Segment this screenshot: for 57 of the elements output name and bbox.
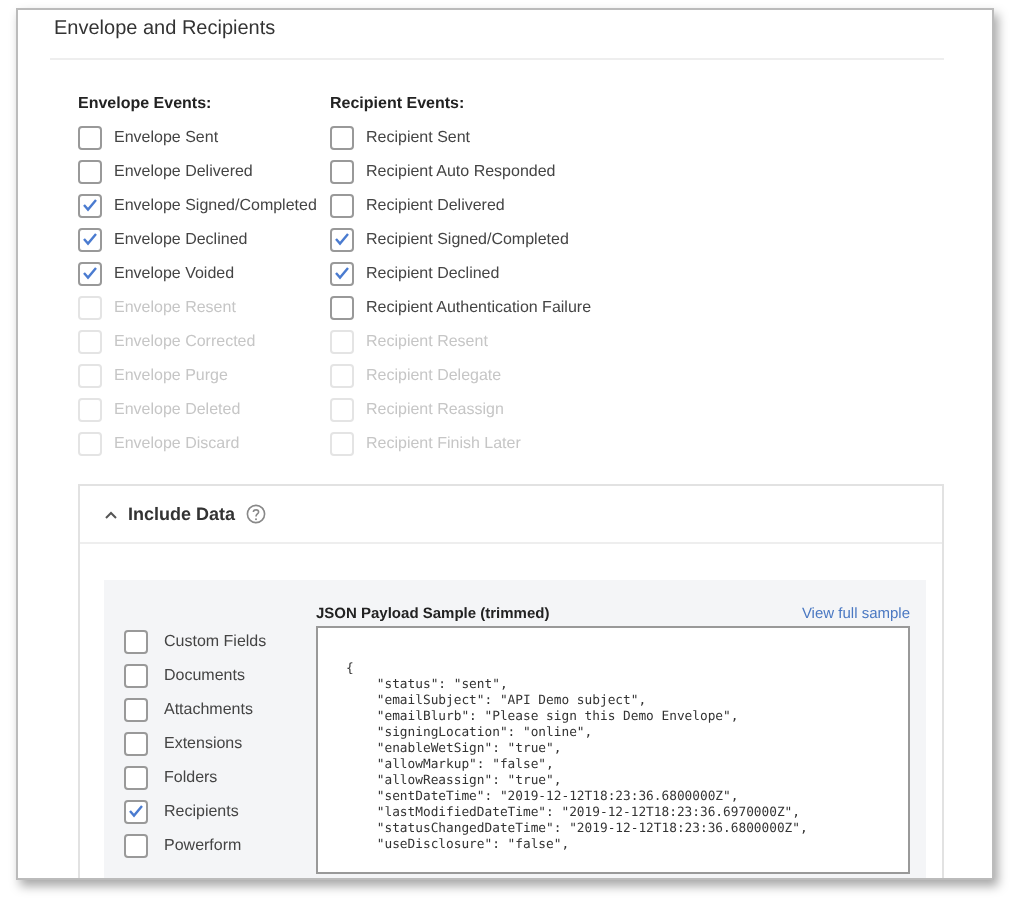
checkbox-label: Envelope Discard: [114, 434, 240, 452]
checkbox-label: Folders: [164, 768, 218, 786]
checkbox-label: Envelope Declined: [114, 230, 248, 248]
checkbox[interactable]: [330, 193, 354, 217]
checkbox[interactable]: [330, 295, 354, 319]
checkbox-label: Envelope Purge: [114, 366, 228, 384]
checkbox-label: Recipient Resent: [366, 332, 488, 350]
checkbox-label: Envelope Resent: [114, 298, 236, 316]
checkbox-label: Recipient Auto Responded: [366, 162, 556, 180]
checkbox-label: Recipient Sent: [366, 128, 471, 146]
check-icon: [334, 266, 350, 280]
checkbox[interactable]: [124, 663, 148, 687]
checkbox-label: Recipient Signed/Completed: [366, 230, 569, 248]
checkbox[interactable]: [124, 799, 148, 823]
checkbox-label: Recipient Authentication Failure: [366, 298, 592, 316]
checkbox-label: Envelope Delivered: [114, 162, 253, 180]
checkbox-label: Envelope Corrected: [114, 332, 256, 350]
checkbox-label: Envelope Signed/Completed: [114, 196, 317, 214]
section-title: Envelope and Recipients: [50, 10, 944, 60]
checkbox[interactable]: [124, 629, 148, 653]
checkbox[interactable]: [78, 159, 102, 183]
checkbox-label: Recipient Reassign: [366, 400, 504, 418]
checkbox[interactable]: [78, 261, 102, 285]
checkbox-label: Recipient Declined: [366, 264, 500, 282]
help-icon[interactable]: [245, 504, 266, 524]
checkbox-label: Attachments: [164, 700, 253, 718]
checkbox-label: Documents: [164, 666, 245, 684]
checkbox-label: Envelope Sent: [114, 128, 219, 146]
checkbox[interactable]: [330, 125, 354, 149]
group-heading: Recipient Events:: [330, 94, 467, 112]
checkbox[interactable]: [330, 227, 354, 251]
checkbox[interactable]: [124, 833, 148, 857]
checkbox-label: Custom Fields: [164, 632, 267, 650]
group-heading: Envelope Events:: [78, 94, 214, 112]
checkbox[interactable]: [124, 765, 148, 789]
panel-title: Include Data: [128, 504, 236, 524]
checkbox-label: Extensions: [164, 734, 243, 752]
checkbox-label: Recipients: [164, 802, 239, 820]
checkbox[interactable]: [78, 125, 102, 149]
check-icon: [82, 232, 98, 246]
chevron-icon[interactable]: [104, 509, 118, 519]
check-icon: [128, 804, 144, 818]
check-icon: [82, 266, 98, 280]
checkbox[interactable]: [330, 261, 354, 285]
checkbox[interactable]: [124, 697, 148, 721]
checkbox[interactable]: [330, 159, 354, 183]
checkbox-label: Recipient Finish Later: [366, 434, 521, 452]
checkbox[interactable]: [78, 227, 102, 251]
checkbox[interactable]: [124, 731, 148, 755]
checkbox-label: Envelope Deleted: [114, 400, 241, 418]
checkbox-label: Recipient Delivered: [366, 196, 505, 214]
check-icon: [334, 232, 350, 246]
checkbox-label: Envelope Voided: [114, 264, 235, 282]
checkbox[interactable]: [78, 193, 102, 217]
checkbox-label: Recipient Delegate: [366, 366, 502, 384]
checkbox-label: Powerform: [164, 836, 242, 854]
check-icon: [82, 198, 98, 212]
